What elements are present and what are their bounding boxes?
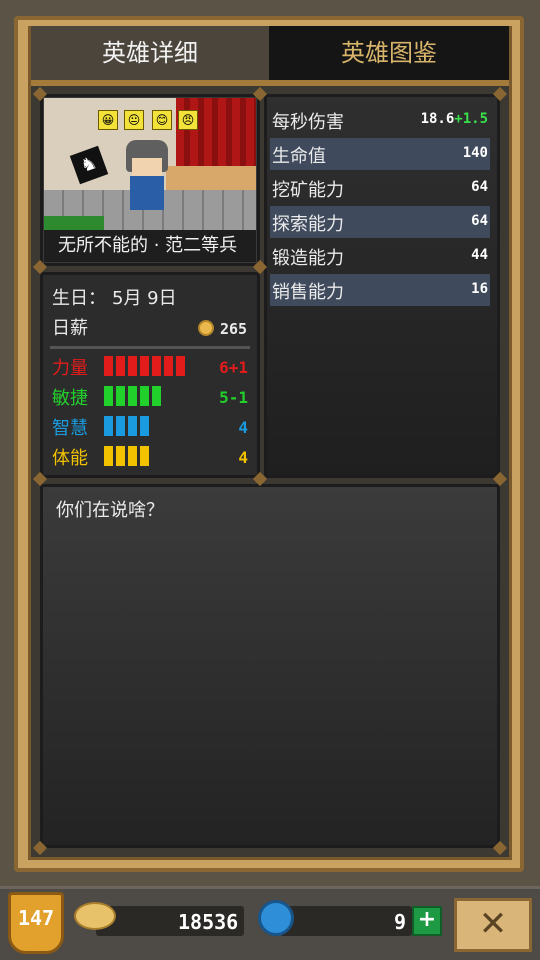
- stat-value-number: 18.6: [420, 111, 455, 127]
- attribute-bar-segment: [116, 356, 125, 376]
- stat-value-number: 44: [471, 247, 488, 263]
- mood-icon: 😊: [152, 110, 172, 130]
- attribute-bar-segment: [140, 356, 149, 376]
- stat-value: 140: [463, 145, 488, 161]
- stat-row: 挖矿能力 64: [270, 172, 490, 204]
- birthday-value: 5月 9日: [112, 288, 177, 309]
- player-level-badge[interactable]: 147: [8, 892, 64, 954]
- stat-value: 64: [471, 213, 488, 229]
- gold-amount: 18536: [178, 910, 239, 934]
- attribute-bar-segment: [128, 386, 137, 406]
- stat-row: 探索能力 64: [270, 206, 490, 238]
- attribute-bar-segment: [152, 386, 161, 406]
- attribute-value: 4: [238, 448, 248, 467]
- gem-icon: [258, 900, 294, 936]
- salary-label: 日薪: [52, 318, 88, 339]
- stat-value-number: 64: [471, 213, 488, 229]
- stat-bonus: +1.5: [454, 111, 488, 127]
- stat-label: 每秒伤害: [272, 112, 344, 133]
- hero-body: [130, 176, 164, 210]
- gem-field: [280, 906, 412, 936]
- attribute-bar-segment: [140, 446, 149, 466]
- tab-hero-codex[interactable]: 英雄图鉴: [269, 26, 509, 80]
- attribute-label: 敏捷: [52, 388, 88, 409]
- flag-icon: ♞: [69, 145, 109, 185]
- stat-value-number: 64: [471, 179, 488, 195]
- attribute-value: 4: [238, 418, 248, 437]
- attribute-bar-segment: [128, 356, 137, 376]
- attribute-label: 智慧: [52, 418, 88, 439]
- stat-label: 挖矿能力: [272, 180, 344, 201]
- stat-row: 生命值 140: [270, 138, 490, 170]
- attribute-value: 5-1: [219, 388, 248, 407]
- birthday-label: 生日：: [52, 288, 106, 309]
- hero-portrait: 😀 😐 😊 😠 ♞: [44, 98, 256, 230]
- tab-underline: [31, 80, 509, 86]
- gold-coins-icon: [74, 902, 116, 930]
- divider: [50, 346, 250, 349]
- attribute-bar-segment: [152, 356, 161, 376]
- quote-panel: [40, 484, 500, 848]
- attribute-bar-segment: [140, 386, 149, 406]
- attribute-bar-segment: [164, 356, 173, 376]
- hero-quote: 你们在说啥？: [56, 500, 164, 521]
- attribute-label: 体能: [52, 448, 88, 469]
- stat-row: 销售能力 16: [270, 274, 490, 306]
- attribute-bar-segment: [116, 446, 125, 466]
- stat-label: 探索能力: [272, 214, 344, 235]
- attribute-bar-segment: [116, 386, 125, 406]
- add-gems-button[interactable]: +: [412, 906, 442, 936]
- attribute-bar-segment: [116, 416, 125, 436]
- attribute-bar-segment: [104, 356, 113, 376]
- curtain-decoration: [176, 98, 256, 168]
- close-button[interactable]: ✕: [454, 898, 532, 952]
- stat-label: 锻造能力: [272, 248, 344, 269]
- attribute-value: 6+1: [219, 358, 248, 377]
- mood-icon: 😠: [178, 110, 198, 130]
- attribute-label: 力量: [52, 358, 88, 379]
- stat-row: 锻造能力 44: [270, 240, 490, 272]
- stat-value: 64: [471, 179, 488, 195]
- bush-decoration: [44, 216, 104, 230]
- mood-icon: 😐: [124, 110, 144, 130]
- attribute-bar-segment: [104, 446, 113, 466]
- stat-value: 44: [471, 247, 488, 263]
- gem-amount: 9: [394, 910, 407, 934]
- attribute-bar-segment: [140, 416, 149, 436]
- stat-value: 16: [471, 281, 488, 297]
- attribute-bar-segment: [128, 416, 137, 436]
- mood-icon: 😀: [98, 110, 118, 130]
- stat-value-number: 16: [471, 281, 488, 297]
- salary-value: 265: [220, 320, 248, 338]
- attribute-bar-segment: [104, 416, 113, 436]
- hero-face: [132, 158, 162, 176]
- stat-label: 销售能力: [272, 282, 344, 303]
- stat-label: 生命值: [272, 146, 326, 167]
- stat-row: 每秒伤害 18.6+1.5: [270, 104, 490, 136]
- attribute-bar-segment: [176, 356, 185, 376]
- stat-value: 18.6+1.5: [421, 111, 488, 127]
- stat-value-number: 140: [462, 145, 488, 161]
- attribute-bar-segment: [104, 386, 113, 406]
- coin-icon: [198, 320, 214, 336]
- attribute-bar-segment: [128, 446, 137, 466]
- tab-hero-details[interactable]: 英雄详细: [31, 26, 269, 80]
- hero-name: 无所不能的 · 范二等兵: [44, 230, 256, 262]
